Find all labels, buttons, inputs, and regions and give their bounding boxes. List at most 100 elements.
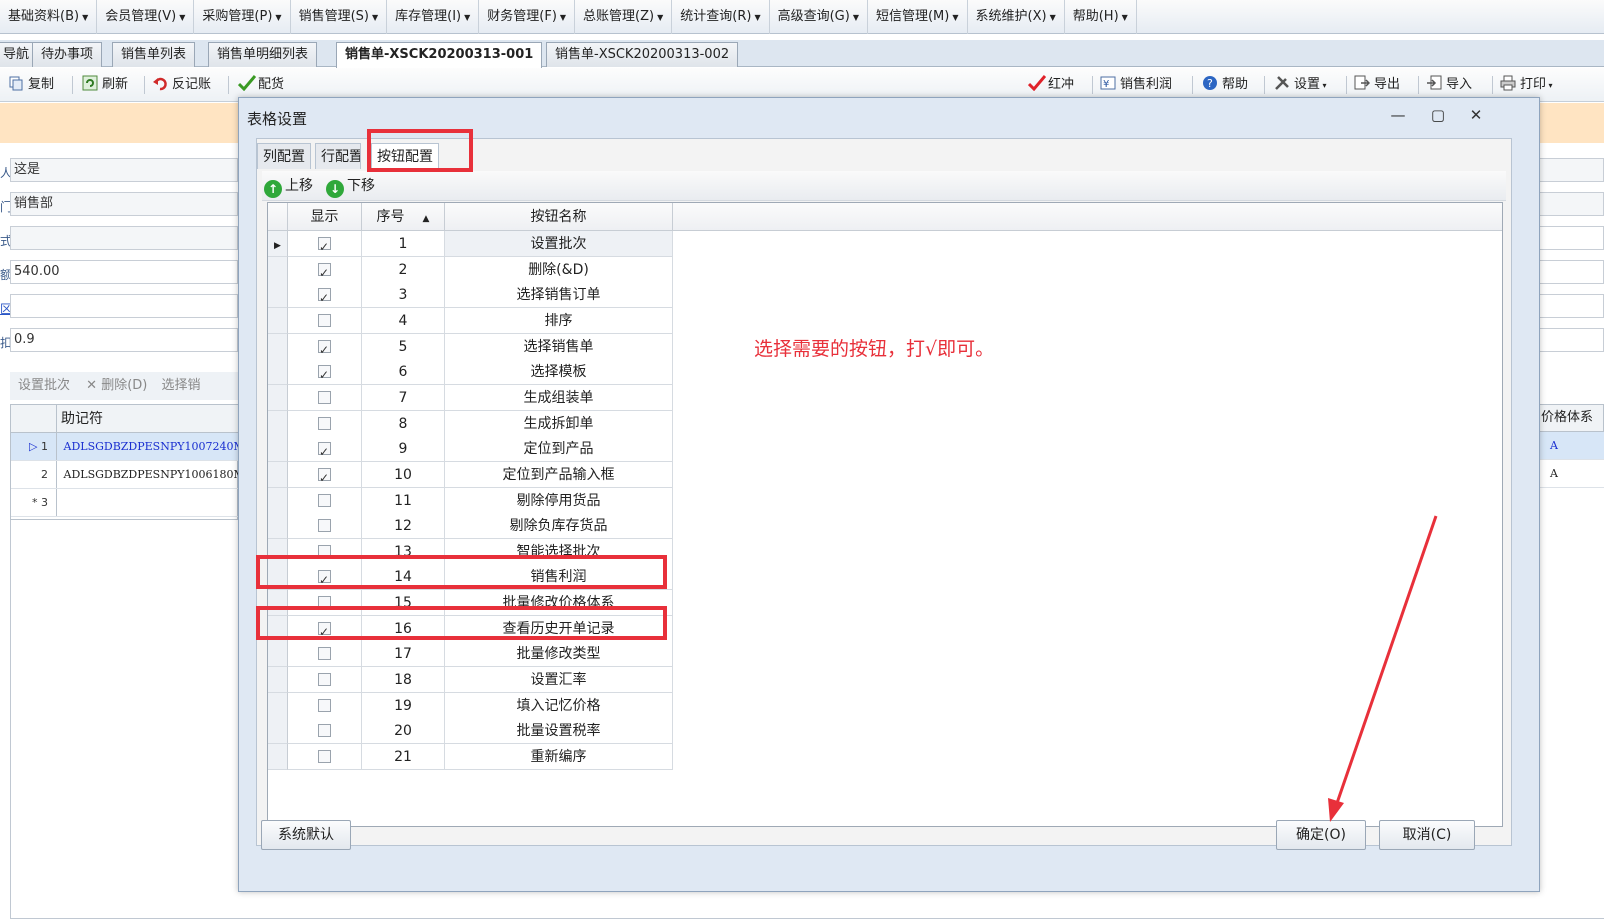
delete-button[interactable]: 删除(D)	[101, 378, 147, 393]
right-field[interactable]	[1538, 158, 1604, 182]
export-button[interactable]: 导出	[1354, 74, 1400, 96]
menu-item[interactable]: 总账管理(Z) ▼	[575, 0, 673, 34]
show-checkbox[interactable]	[318, 390, 331, 404]
settings-button[interactable]: 设置 ▾	[1274, 74, 1327, 96]
row-indicator[interactable]	[268, 513, 288, 540]
menu-item[interactable]: 高级查询(G) ▼	[770, 0, 868, 34]
show-checkbox[interactable]	[318, 647, 331, 661]
table-settings-dialog: 表格设置 — ▢ ✕ 列配置 行配置 按钮配置 ↑ 上移 ↓ 下移 显示 序号 ▲ 按…	[238, 97, 1540, 892]
show-checkbox[interactable]	[318, 698, 331, 712]
set-batch-button[interactable]: 设置批次	[18, 378, 70, 393]
system-default-button[interactable]: 系统默认	[261, 820, 351, 850]
row-indicator[interactable]	[268, 333, 288, 360]
row-indicator[interactable]	[268, 256, 288, 283]
print-button[interactable]: 打印 ▾	[1500, 74, 1553, 96]
right-field[interactable]	[1538, 328, 1604, 352]
show-checkbox[interactable]	[318, 234, 331, 260]
row-indicator[interactable]	[268, 359, 288, 386]
import-button[interactable]: 导入	[1426, 74, 1472, 96]
menu-item[interactable]: 系统维护(X) ▼	[968, 0, 1065, 34]
menu-item[interactable]: 会员管理(V) ▼	[97, 0, 195, 34]
show-checkbox[interactable]	[318, 465, 331, 491]
document-tab[interactable]: 销售单-XSCK20200313-002	[546, 42, 739, 67]
cancel-button[interactable]: 取消(C)	[1379, 820, 1475, 850]
help-button[interactable]: ? 帮助	[1202, 74, 1248, 96]
refresh-button[interactable]: 刷新	[82, 74, 128, 96]
table-row[interactable]: 2 ADLSGDBZDPESNPY1006180ML	[11, 461, 239, 489]
menu-item[interactable]: 财务管理(F) ▼	[479, 0, 576, 34]
button-name-cell: 排序	[445, 307, 673, 334]
document-tab[interactable]: 销售单-XSCK20200313-001	[336, 42, 543, 68]
dropdown-arrow-icon: ▼	[754, 12, 761, 22]
move-up-button[interactable]: ↑ 上移	[264, 176, 313, 198]
detail-toolbar: 设置批次 ✕ 删除(D) 选择销	[10, 372, 238, 400]
menu-item[interactable]: 采购管理(P) ▼	[194, 0, 291, 34]
menu-item[interactable]: 统计查询(R) ▼	[672, 0, 770, 34]
show-checkbox[interactable]	[318, 313, 331, 327]
right-field[interactable]	[1538, 260, 1604, 284]
row-indicator[interactable]	[268, 667, 288, 694]
show-checkbox[interactable]	[318, 337, 331, 363]
menu-item[interactable]: 短信管理(M) ▼	[868, 0, 968, 34]
customer-field[interactable]: 这是	[10, 158, 238, 182]
show-checkbox[interactable]	[318, 519, 331, 533]
column-header-button-name[interactable]: 按钮名称	[445, 203, 673, 231]
right-field[interactable]	[1538, 226, 1604, 250]
table-row[interactable]: * 3	[11, 489, 239, 517]
red-reversal-button[interactable]: 红冲	[1027, 74, 1074, 96]
column-header-seq[interactable]: 序号 ▲	[362, 203, 445, 231]
menu-item[interactable]: 帮助(H) ▼	[1065, 0, 1137, 34]
row-indicator[interactable]	[268, 461, 288, 488]
minimize-icon[interactable]: —	[1385, 104, 1411, 126]
menu-item[interactable]: 库存管理(I) ▼	[387, 0, 480, 34]
move-down-button[interactable]: ↓ 下移	[326, 176, 375, 198]
menu-item[interactable]: 基础资料(B) ▼	[0, 0, 98, 34]
method-field[interactable]	[10, 226, 238, 250]
row-indicator[interactable]	[268, 410, 288, 437]
column-header-show[interactable]: 显示	[288, 203, 362, 231]
select-sales-button[interactable]: 选择销	[162, 378, 201, 393]
document-tab[interactable]: 销售单明细列表	[208, 42, 318, 67]
button-name-cell: 设置批次	[445, 231, 673, 257]
row-indicator[interactable]	[268, 436, 288, 463]
table-row[interactable]: ▷ 1 ADLSGDBZDPESNPY1007240ML	[11, 433, 239, 461]
show-checkbox[interactable]	[318, 439, 331, 465]
document-tab[interactable]: 销售单列表	[112, 42, 196, 67]
amount-field[interactable]: 540.00	[10, 260, 238, 284]
show-checkbox[interactable]	[318, 416, 331, 430]
ok-button[interactable]: 确定(O)	[1276, 820, 1366, 850]
right-field[interactable]	[1538, 294, 1604, 318]
row-indicator[interactable]	[268, 718, 288, 745]
reverse-posting-button[interactable]: 反记账	[152, 74, 211, 96]
row-indicator[interactable]	[268, 487, 288, 514]
show-checkbox[interactable]	[318, 724, 331, 738]
menu-item[interactable]: 销售管理(S) ▼	[291, 0, 388, 34]
row-indicator[interactable]: ▶	[268, 231, 288, 257]
show-checkbox[interactable]	[318, 362, 331, 388]
right-field[interactable]	[1538, 192, 1604, 216]
row-indicator[interactable]	[268, 641, 288, 668]
allocate-button[interactable]: 配货	[237, 74, 284, 96]
row-indicator[interactable]	[268, 744, 288, 770]
department-field[interactable]: 销售部	[10, 192, 238, 216]
row-indicator[interactable]	[268, 307, 288, 334]
show-checkbox[interactable]	[318, 285, 331, 311]
document-tab[interactable]: 待办事项	[32, 42, 103, 67]
row-indicator[interactable]	[268, 692, 288, 719]
show-checkbox[interactable]	[318, 493, 331, 507]
show-checkbox[interactable]	[318, 750, 331, 763]
area-field[interactable]	[10, 294, 238, 318]
show-checkbox[interactable]	[318, 673, 331, 687]
price-system-cell[interactable]: A	[1538, 460, 1604, 488]
row-indicator[interactable]	[268, 282, 288, 309]
close-icon[interactable]: ✕	[1463, 104, 1489, 126]
sales-profit-button[interactable]: ¥ 销售利润	[1100, 74, 1172, 96]
maximize-icon[interactable]: ▢	[1425, 104, 1451, 126]
show-checkbox[interactable]	[318, 260, 331, 286]
copy-button[interactable]: 复制	[8, 74, 54, 96]
discount-field[interactable]: 0.9	[10, 328, 238, 352]
price-system-cell[interactable]: A	[1538, 432, 1604, 460]
tab-row-config[interactable]: 行配置	[315, 143, 361, 169]
tab-column-config[interactable]: 列配置	[257, 143, 311, 169]
row-indicator[interactable]	[268, 384, 288, 411]
